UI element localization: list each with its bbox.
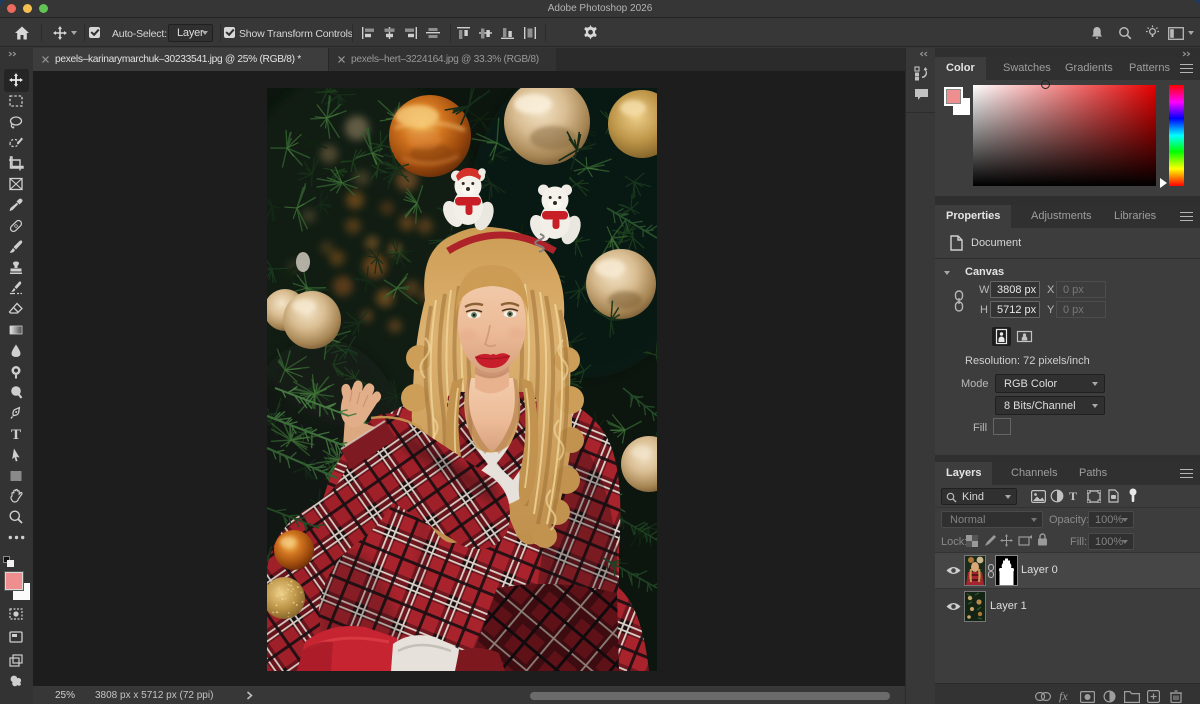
svg-text:T: T <box>11 427 21 442</box>
